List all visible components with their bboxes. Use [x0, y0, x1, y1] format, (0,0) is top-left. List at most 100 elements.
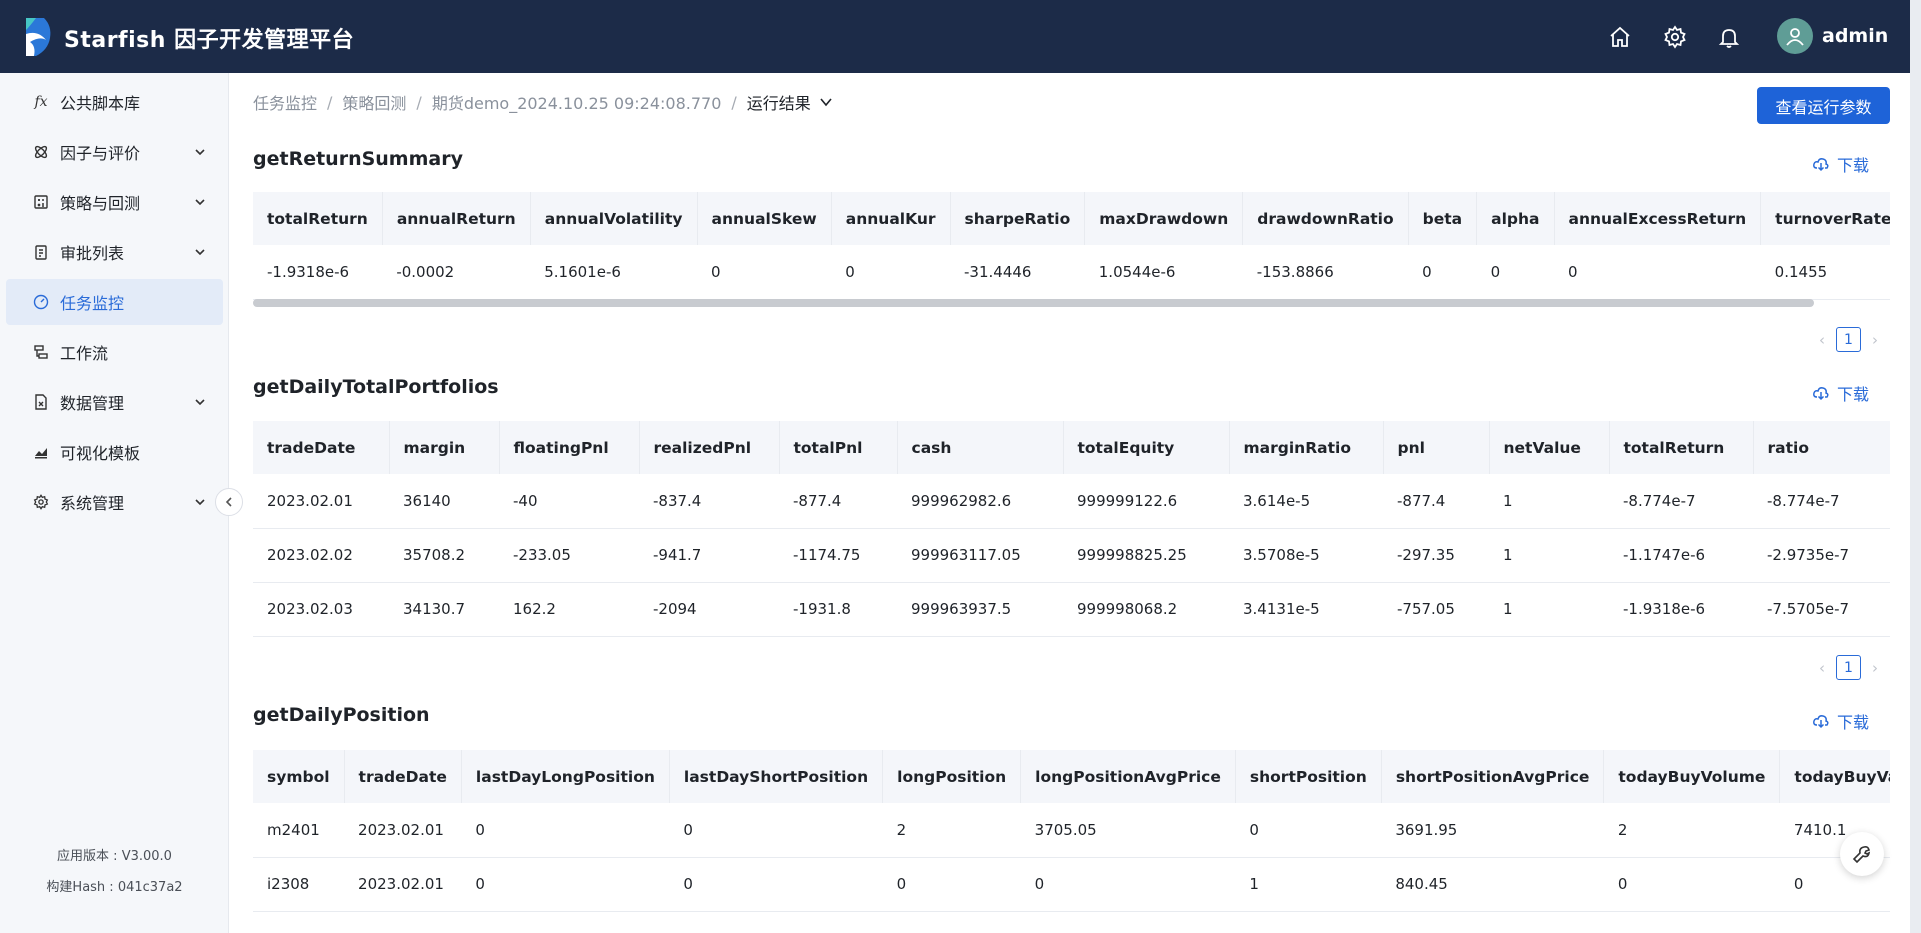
- breadcrumb-task-name[interactable]: 期货demo_2024.10.25 09:24:08.770: [432, 90, 722, 114]
- table-cell: 36140: [389, 474, 499, 529]
- table-cell: m2401: [253, 803, 345, 858]
- clipboard-icon: [32, 243, 50, 261]
- horizontal-scrollbar[interactable]: [253, 299, 1814, 307]
- sidebar-item-workflow[interactable]: 工作流: [6, 329, 223, 375]
- app-title: Starfish 因子开发管理平台: [64, 28, 355, 53]
- column-header: beta: [1408, 192, 1478, 245]
- sidebar-item-label: 公共脚本库: [60, 94, 141, 113]
- breadcrumb-task-monitor[interactable]: 任务监控: [253, 90, 317, 114]
- sidebar-item-data-management[interactable]: 数据管理: [6, 379, 223, 425]
- table-cell: 3.614e-5: [1229, 474, 1383, 529]
- table-cell: -1931.8: [779, 582, 897, 637]
- table-cell: -837.4: [639, 474, 779, 529]
- column-header: annualExcessReturn: [1554, 192, 1762, 245]
- table-cell: -2094: [639, 582, 779, 637]
- gear-icon[interactable]: [1662, 24, 1688, 50]
- window-scrollbar-track: [1910, 0, 1921, 933]
- chart-icon: [32, 443, 50, 461]
- chevron-down-icon: [195, 149, 205, 156]
- table-row: i23082023.02.0100001840.450021680.9: [253, 857, 1890, 912]
- column-header: alpha: [1476, 192, 1555, 245]
- sidebar-item-label: 系统管理: [60, 494, 125, 513]
- download-button[interactable]: 下载: [1813, 152, 1869, 176]
- table-cell: -8.774e-7: [1609, 474, 1753, 529]
- column-header: annualKur: [831, 192, 951, 245]
- chevron-down-icon: [195, 199, 205, 206]
- next-page-icon[interactable]: ›: [1865, 331, 1885, 349]
- table-cell: 2: [882, 803, 1021, 858]
- table-cell: 2023.02.02: [253, 528, 389, 583]
- sidebar-item-public-scripts[interactable]: fx 公共脚本库: [6, 79, 223, 125]
- chevron-left-icon: [225, 497, 232, 507]
- table-row: -1.9318e-6 -0.0002 5.1601e-6 0 0 -31.4446 1.05…: [253, 245, 1890, 300]
- column-header: maxDrawdown: [1084, 192, 1244, 245]
- download-label: 下载: [1837, 713, 1870, 732]
- download-button[interactable]: 下载: [1813, 381, 1869, 405]
- sidebar-item-visual-templates[interactable]: 可视化模板: [6, 429, 223, 475]
- column-header: ratio: [1753, 421, 1890, 474]
- cloud-download-icon: [1813, 715, 1829, 729]
- sidebar-item-approvals[interactable]: 审批列表: [6, 229, 223, 275]
- breadcrumb-current[interactable]: 运行结果: [747, 90, 811, 114]
- bell-icon[interactable]: [1716, 24, 1742, 50]
- wrench-icon: [1852, 846, 1871, 864]
- section-title-daily-position: getDailyPosition: [253, 704, 430, 726]
- column-header: lastDayShortPosition: [669, 750, 884, 803]
- column-header: totalEquity: [1063, 421, 1230, 474]
- table-cell: 999963117.05: [897, 528, 1063, 583]
- table-cell: 2023.02.01: [344, 857, 462, 912]
- table-cell: 34130.7: [389, 582, 499, 637]
- table-cell: -297.35: [1383, 528, 1489, 583]
- table-cell: 0: [1476, 245, 1555, 300]
- calculator-icon: [32, 193, 50, 211]
- table-cell: 999963937.5: [897, 582, 1063, 637]
- table-cell: i2308: [253, 857, 345, 912]
- table-cell: 0: [882, 857, 1021, 912]
- sidebar-item-strategy[interactable]: 策略与回测: [6, 179, 223, 225]
- table-cell: -1174.75: [779, 528, 897, 583]
- table-cell: -7.5705e-7: [1753, 582, 1890, 637]
- table-cell: 0.1455: [1760, 245, 1890, 300]
- home-icon[interactable]: [1607, 24, 1633, 50]
- table-cell: -40: [499, 474, 639, 529]
- column-header: netValue: [1489, 421, 1610, 474]
- table-cell: 3.4131e-5: [1229, 582, 1383, 637]
- prev-page-icon[interactable]: ‹: [1812, 331, 1832, 349]
- table-cell: 0: [697, 245, 832, 300]
- table-cell: 0: [1554, 245, 1761, 300]
- table-cell: 0: [1603, 857, 1780, 912]
- sidebar-item-label: 策略与回测: [60, 194, 141, 213]
- cloud-download-icon: [1813, 158, 1829, 172]
- column-header: turnoverRate: [1760, 192, 1890, 245]
- tool-button[interactable]: [1840, 832, 1884, 876]
- chevron-down-icon[interactable]: [819, 95, 833, 109]
- sidebar-item-task-monitor[interactable]: 任务监控: [6, 279, 223, 325]
- prev-page-icon[interactable]: ‹: [1812, 659, 1832, 677]
- sidebar-collapse-button[interactable]: [215, 488, 243, 516]
- starfish-logo-icon: [26, 18, 51, 56]
- table-cell: 0: [831, 245, 951, 300]
- next-page-icon[interactable]: ›: [1865, 659, 1885, 677]
- pagination: ‹ 1 ›: [1812, 655, 1885, 680]
- table-row: m2401 2023.02.01 0 0 2 3705.05 0 3691.95 2 7410.1…: [253, 803, 1890, 858]
- workflow-icon: [32, 343, 50, 361]
- sidebar-item-factors[interactable]: 因子与评价: [6, 129, 223, 175]
- breadcrumb-strategy-backtest[interactable]: 策略回测: [342, 90, 406, 114]
- table-cell: -1.9318e-6: [1609, 582, 1753, 637]
- sidebar-item-system[interactable]: 系统管理: [6, 479, 223, 525]
- column-header: shortPositionAvgPrice: [1381, 750, 1605, 803]
- column-header: realizedPnl: [639, 421, 780, 474]
- username[interactable]: admin: [1822, 25, 1888, 47]
- table-cell: 162.2: [499, 582, 639, 637]
- page-number[interactable]: 1: [1836, 327, 1861, 352]
- table-cell: -0.0002: [382, 245, 531, 300]
- view-params-button[interactable]: 查看运行参数: [1757, 87, 1890, 124]
- column-header: annualReturn: [382, 192, 531, 245]
- avatar-icon[interactable]: [1777, 18, 1813, 54]
- download-button[interactable]: 下载: [1813, 709, 1869, 733]
- page-number[interactable]: 1: [1836, 655, 1861, 680]
- sidebar-item-label: 任务监控: [60, 294, 125, 313]
- column-header: todayBuyVolume: [1603, 750, 1781, 803]
- pagination: ‹ 1 ›: [1812, 327, 1885, 352]
- table-cell: 999962982.6: [897, 474, 1063, 529]
